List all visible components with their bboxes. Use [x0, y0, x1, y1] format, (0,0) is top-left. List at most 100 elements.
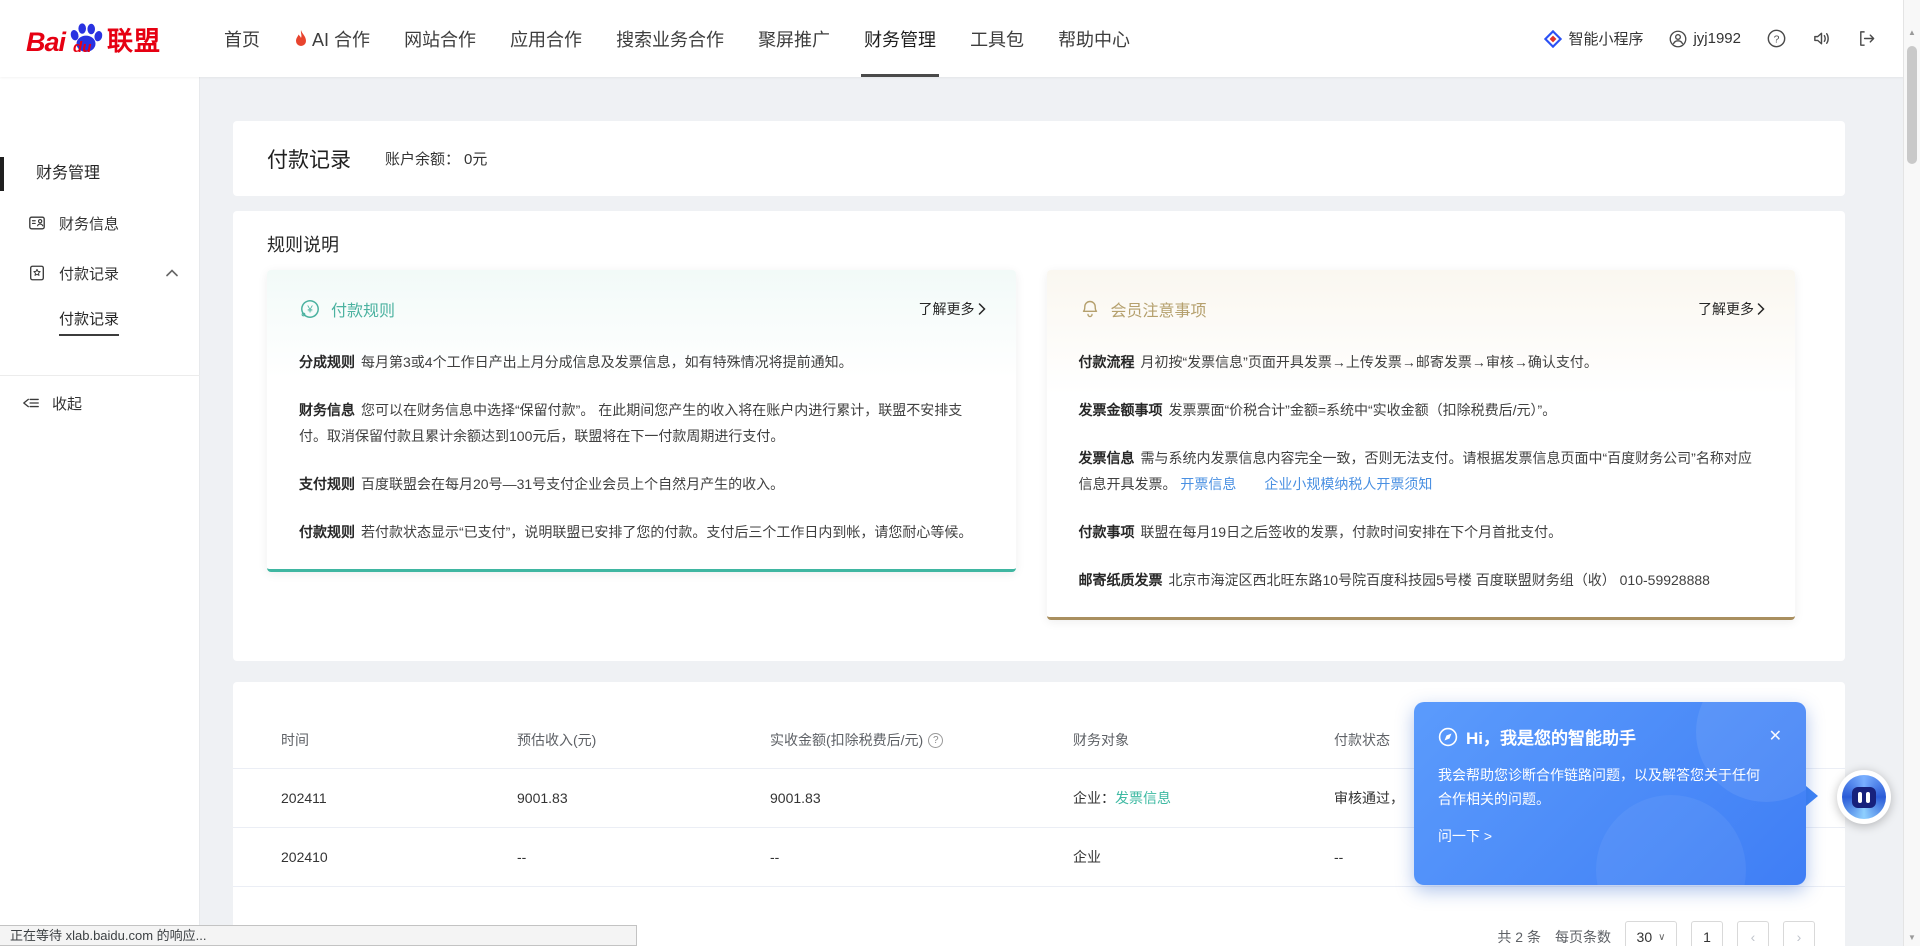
rule-item: 发票信息需与系统内发票信息内容完全一致，否则无法支付。请根据发票信息页面中“百度… [1079, 445, 1766, 497]
sidebar-active-accent [0, 157, 4, 191]
rules-heading: 规则说明 [267, 231, 1795, 257]
bell-icon [1079, 298, 1101, 320]
pagination: 共 2 条 每页条数 30∨ 1 ‹ › [1497, 921, 1815, 946]
page-title: 付款记录 [267, 144, 351, 174]
assistant-robot-button[interactable] [1837, 770, 1891, 824]
invoice-info-link[interactable]: 开票信息 [1180, 476, 1236, 492]
nav-toolkit[interactable]: 工具包 [953, 0, 1041, 77]
compass-icon [1438, 727, 1458, 747]
assistant-message: 我会帮助您诊断合作链路问题，以及解答您关于任何合作相关的问题。 [1438, 763, 1768, 811]
sidebar-item-payment-records[interactable]: 付款记录 [0, 258, 200, 288]
sidebar-divider [0, 375, 200, 376]
account-balance: 账户余额：0元 [385, 148, 487, 169]
payment-rules-more-link[interactable]: 了解更多 [919, 299, 986, 319]
sound-button[interactable] [1812, 29, 1831, 48]
prev-page-button[interactable]: ‹ [1737, 921, 1769, 946]
nav-help-center[interactable]: 帮助中心 [1041, 0, 1147, 77]
caret-down-icon: ∨ [1658, 932, 1665, 943]
sidebar-item-finance-info[interactable]: 财务信息 [0, 208, 200, 238]
nav-website-coop[interactable]: 网站合作 [387, 0, 493, 77]
sidebar-collapse-button[interactable]: 收起 [0, 388, 200, 418]
cell-actual: -- [770, 849, 1073, 865]
nav-ai-coop[interactable]: AI 合作 [277, 0, 387, 77]
badge-icon [28, 264, 46, 282]
rule-item: 付款事项联盟在每月19日之后签收的发票，付款时间安排在下个月首批支付。 [1079, 519, 1766, 545]
cell-estimated: -- [517, 849, 770, 865]
top-nav-bar: Bai du 联盟 首页 AI 合作 网站合作 应用合作 搜索业务合作 聚屏推广… [0, 0, 1920, 77]
chevron-right-icon [978, 303, 986, 315]
paw-icon: du [67, 20, 105, 58]
flame-icon [294, 30, 308, 48]
scrollbar-thumb[interactable] [1907, 46, 1917, 164]
invoice-info-table-link[interactable]: 发票信息 [1115, 790, 1171, 806]
id-card-icon [28, 214, 46, 232]
rule-item: 支付规则百度联盟会在每月20号—31号支付企业会员上个自然月产生的收入。 [299, 471, 986, 497]
rule-item: 付款规则若付款状态显示“已支付”，说明联盟已安排了您的付款。支付后三个工作日内到… [299, 519, 986, 545]
payment-rules-title: 付款规则 [331, 297, 395, 321]
scroll-up-arrow[interactable]: ▲ [1904, 28, 1920, 37]
nav-home[interactable]: 首页 [207, 0, 277, 77]
miniprogram-diamond-icon [1544, 30, 1562, 48]
cell-entity: 企业 [1073, 847, 1334, 867]
per-page-label: 每页条数 [1555, 927, 1611, 946]
help-icon: ? [1767, 29, 1786, 48]
svg-text:¥: ¥ [306, 305, 313, 316]
baidu-union-logo[interactable]: Bai du 联盟 [26, 20, 161, 58]
col-time: 时间 [281, 730, 517, 750]
robot-avatar [1842, 775, 1886, 819]
rules-card: 规则说明 ¥ 付款规则 了解更多 分成规则每月第3或4个工作日产出上月分成信息及… [233, 211, 1845, 661]
close-icon[interactable]: ✕ [1769, 729, 1782, 745]
ask-now-link[interactable]: 问一下 > [1438, 826, 1492, 846]
cell-entity: 企业：发票信息 [1073, 788, 1334, 808]
assistant-popup-arrow [1806, 786, 1818, 806]
rule-item: 发票金额事项发票票面“价税合计”金额=系统中“实收金额（扣除税费后/元）”。 [1079, 397, 1766, 423]
logo-text-du: du [73, 39, 91, 56]
speaker-icon [1812, 29, 1831, 48]
member-notes-more-link[interactable]: 了解更多 [1698, 299, 1765, 319]
nav-app-coop[interactable]: 应用合作 [493, 0, 599, 77]
coin-icon: ¥ [299, 298, 321, 320]
miniprogram-entry[interactable]: 智能小程序 [1544, 28, 1643, 49]
member-notes-title: 会员注意事项 [1111, 297, 1207, 321]
chevron-up-icon [166, 269, 178, 277]
assistant-popup: Hi，我是您的智能助手 ✕ 我会帮助您诊断合作链路问题，以及解答您关于任何合作相… [1414, 702, 1806, 885]
rule-item: 邮寄纸质发票北京市海淀区西北旺东路10号院百度科技园5号楼 百度联盟财务组（收）… [1079, 567, 1766, 593]
rule-item: 财务信息您可以在财务信息中选择“保留付款”。 在此期间您产生的收入将在账户内进行… [299, 397, 986, 449]
scroll-down-arrow[interactable]: ▼ [1904, 933, 1920, 942]
rule-item: 付款流程月初按“发票信息”页面开具发票→上传发票→邮寄发票→审核→确认支付。 [1079, 349, 1766, 375]
username: jyj1992 [1693, 30, 1741, 47]
browser-status-bar: 正在等待 xlab.baidu.com 的响应... [0, 925, 637, 946]
sidebar-subitem-payment-records[interactable]: 付款记录 [59, 307, 119, 337]
header-tools: 智能小程序 jyj1992 ? [1544, 28, 1876, 49]
nav-finance-management[interactable]: 财务管理 [847, 0, 953, 77]
svg-text:?: ? [1774, 34, 1780, 45]
nav-screen-promo[interactable]: 聚屏推广 [741, 0, 847, 77]
small-taxpayer-guide-link[interactable]: 企业小规模纳税人开票须知 [1264, 476, 1432, 492]
payment-rules-box: ¥ 付款规则 了解更多 分成规则每月第3或4个工作日产出上月分成信息及发票信息，… [267, 270, 1016, 572]
logout-icon [1857, 29, 1876, 48]
assistant-title: Hi，我是您的智能助手 [1466, 724, 1636, 749]
user-icon [1669, 30, 1687, 48]
sidebar-title-finance[interactable]: 财务管理 [36, 157, 100, 191]
nav-search-coop[interactable]: 搜索业务合作 [599, 0, 741, 77]
logo-text-bai: Bai [26, 27, 65, 58]
question-icon[interactable]: ? [928, 733, 943, 748]
collapse-icon [22, 395, 40, 411]
chevron-right-icon [1757, 303, 1765, 315]
main-nav: 首页 AI 合作 网站合作 应用合作 搜索业务合作 聚屏推广 财务管理 工具包 … [207, 0, 1147, 77]
rule-item: 分成规则每月第3或4个工作日产出上月分成信息及发票信息，如有特殊情况将提前通知。 [299, 349, 986, 375]
page-scrollbar[interactable]: ▲ ▼ [1903, 0, 1920, 946]
help-button[interactable]: ? [1767, 29, 1786, 48]
next-page-button[interactable]: › [1783, 921, 1815, 946]
sidebar: 财务管理 财务信息 付款记录 付款记录 收起 [0, 77, 200, 946]
sidebar-item-label: 付款记录 [59, 263, 119, 284]
logout-button[interactable] [1857, 29, 1876, 48]
page-size-select[interactable]: 30∨ [1625, 921, 1677, 946]
balance-value: 0元 [464, 151, 487, 168]
page-number-1[interactable]: 1 [1691, 921, 1723, 946]
col-estimated-income: 预估收入(元) [517, 730, 770, 750]
user-account[interactable]: jyj1992 [1669, 30, 1741, 48]
cell-actual: 9001.83 [770, 790, 1073, 806]
cell-time: 202411 [281, 790, 517, 806]
sidebar-item-label: 财务信息 [59, 213, 119, 234]
